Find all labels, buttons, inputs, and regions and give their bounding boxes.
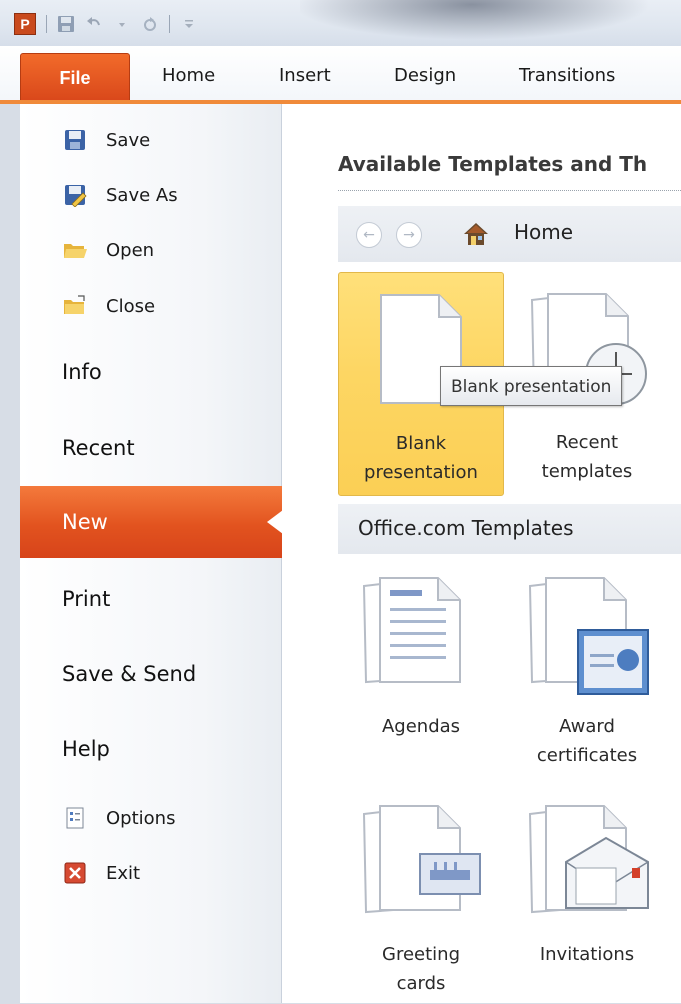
template-navigation-bar: ← → Home: [338, 206, 681, 262]
close-folder-icon: [62, 293, 88, 319]
tile-label-line1: Agendas: [381, 716, 461, 737]
tab-transitions[interactable]: Transitions: [519, 58, 615, 94]
save-icon: [62, 127, 88, 153]
menu-save-label: Save: [106, 129, 151, 151]
home-breadcrumb[interactable]: Home: [514, 220, 573, 244]
tile-label-line2: presentation: [364, 462, 478, 483]
save-as-icon: [62, 182, 88, 208]
menu-save[interactable]: Save: [20, 120, 281, 160]
menu-open[interactable]: Open: [20, 230, 281, 270]
templates-pane: Available Templates and Th ← → Home Blan…: [282, 104, 681, 1003]
ribbon-tab-row: File Home Insert Design Transitions: [0, 46, 681, 104]
options-icon: [62, 805, 88, 831]
save-icon[interactable]: [57, 15, 75, 33]
menu-close[interactable]: Close: [20, 286, 281, 326]
template-invitations[interactable]: Invitations: [504, 794, 670, 974]
menu-print[interactable]: Print: [20, 574, 281, 624]
qat-separator: [46, 15, 47, 33]
home-icon[interactable]: [462, 220, 490, 248]
menu-exit-label: Exit: [106, 862, 141, 884]
title-bar-background: [300, 0, 681, 46]
tile-label-line1: Award: [559, 716, 615, 737]
tile-label-line1: Recent: [555, 432, 619, 453]
customize-qat-icon[interactable]: [180, 15, 198, 33]
menu-save-send[interactable]: Save & Send: [20, 649, 281, 699]
tile-label-line1: Greeting: [382, 944, 460, 965]
invitation-envelope-icon: [528, 805, 649, 914]
greeting-card-icon: [362, 805, 481, 914]
qat-separator: [169, 15, 170, 33]
tooltip: Blank presentation: [440, 366, 623, 406]
undo-dropdown-icon[interactable]: [113, 15, 131, 33]
template-greeting-cards[interactable]: Greeting cards: [338, 794, 504, 1004]
award-certificate-icon: [528, 577, 649, 695]
menu-open-label: Open: [106, 239, 155, 261]
menu-recent[interactable]: Recent: [20, 423, 281, 473]
tab-home[interactable]: Home: [162, 58, 215, 94]
tile-label-line1: Blank: [395, 433, 447, 454]
menu-options-label: Options: [106, 807, 176, 829]
menu-info[interactable]: Info: [20, 347, 281, 397]
forward-arrow-icon[interactable]: →: [396, 222, 422, 248]
menu-close-label: Close: [106, 295, 156, 317]
tab-design[interactable]: Design: [394, 58, 456, 94]
template-award-certificates[interactable]: Award certificates: [504, 570, 670, 780]
tile-label-line2: templates: [541, 461, 633, 482]
menu-new-label: New: [62, 510, 108, 534]
redo-icon[interactable]: [141, 15, 159, 33]
tab-file[interactable]: File: [20, 53, 130, 103]
open-folder-icon: [62, 237, 88, 263]
agenda-document-icon: [362, 577, 461, 684]
back-arrow-icon[interactable]: ←: [356, 222, 382, 248]
template-agendas[interactable]: Agendas: [338, 570, 504, 740]
tile-label-line2: cards: [396, 973, 446, 994]
office-templates-label: Office.com Templates: [358, 516, 574, 540]
exit-icon: [62, 860, 88, 886]
selection-notch: [267, 510, 283, 534]
office-templates-header: Office.com Templates: [338, 504, 681, 554]
backstage-menu: Save Save As Open Close Info Recent New …: [20, 104, 283, 1003]
quick-access-toolbar: P: [14, 13, 198, 35]
tile-label-line1: Invitations: [539, 944, 635, 965]
undo-icon[interactable]: [85, 15, 103, 33]
menu-help[interactable]: Help: [20, 724, 281, 774]
menu-options[interactable]: Options: [20, 798, 281, 838]
section-divider: [338, 190, 681, 191]
title-bar: P: [0, 0, 681, 46]
menu-exit[interactable]: Exit: [20, 853, 281, 893]
menu-save-as-label: Save As: [106, 184, 178, 206]
section-title: Available Templates and Th: [338, 152, 648, 176]
powerpoint-logo-icon[interactable]: P: [14, 13, 36, 35]
tile-label-line2: certificates: [536, 745, 638, 766]
menu-save-as[interactable]: Save As: [20, 175, 281, 215]
menu-new[interactable]: New: [20, 486, 283, 558]
tab-insert[interactable]: Insert: [279, 58, 331, 94]
